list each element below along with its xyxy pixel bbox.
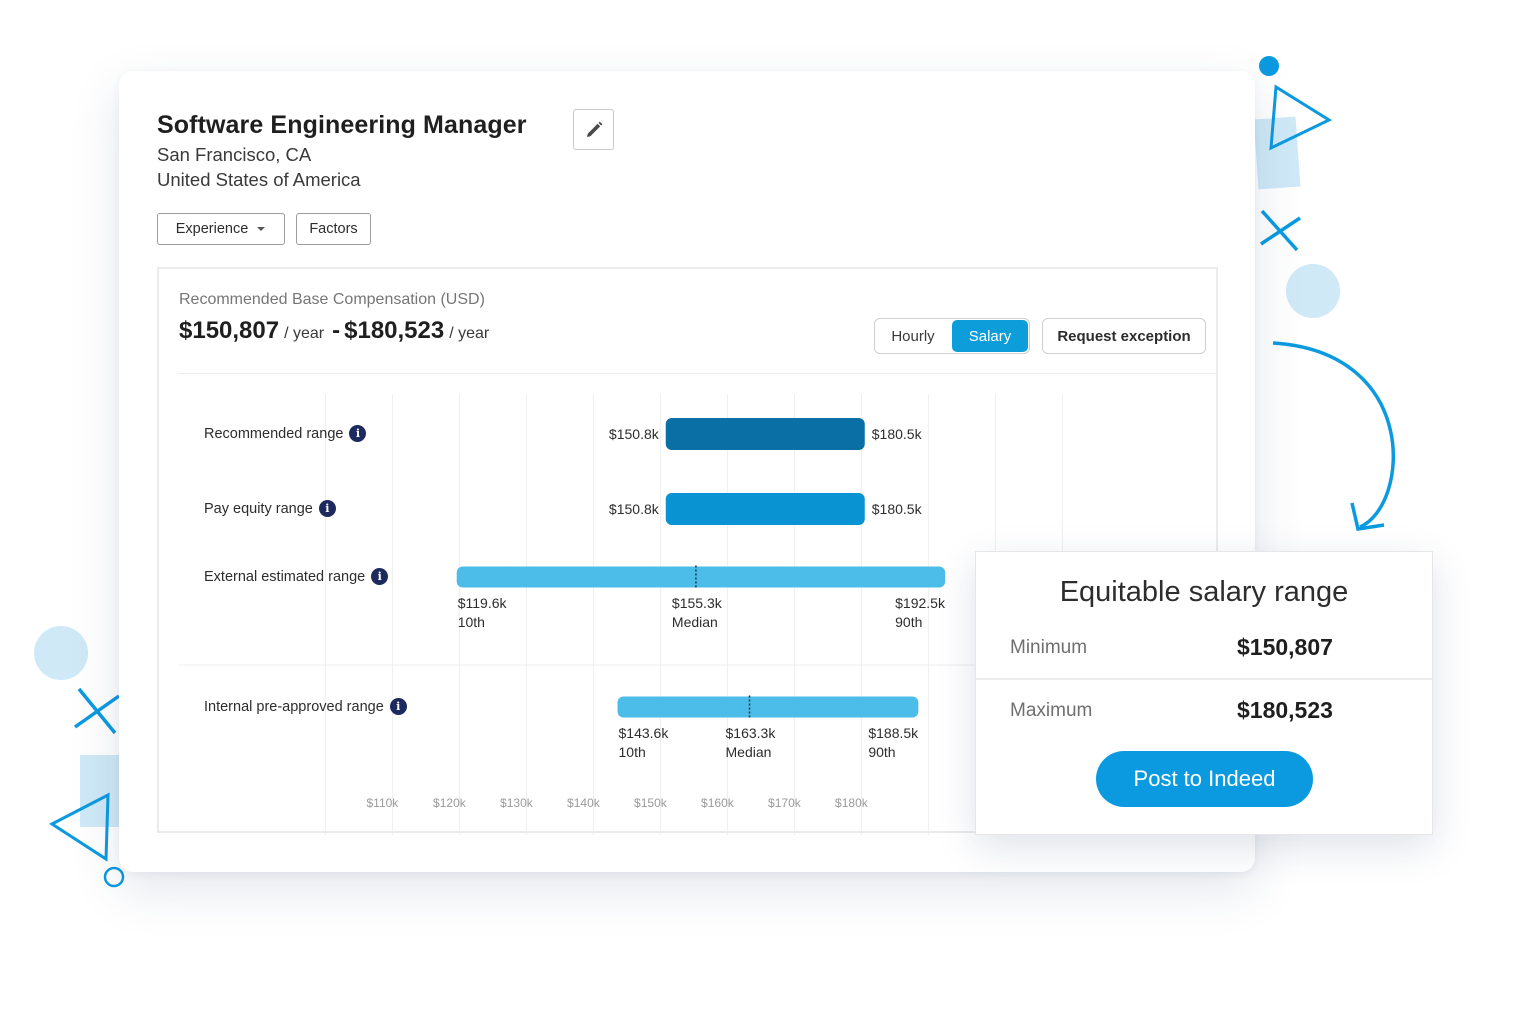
caret-down-icon bbox=[257, 227, 266, 231]
decor-square-left bbox=[80, 755, 122, 827]
range-bar bbox=[617, 696, 919, 718]
x-tick-label: $140k bbox=[567, 796, 601, 810]
range-min-label: $119.6k bbox=[458, 595, 508, 611]
range-median-label: $155.3k bbox=[672, 595, 723, 611]
experience-dropdown-label: Experience bbox=[175, 221, 249, 237]
x-tick-label: $170k bbox=[768, 796, 802, 810]
range-min-label: $143.6k bbox=[619, 725, 670, 741]
popup-divider bbox=[976, 678, 1432, 680]
info-icon[interactable]: i bbox=[389, 698, 407, 715]
decor-circle-left bbox=[34, 626, 88, 680]
decor-cross-left-b bbox=[73, 694, 121, 729]
pencil-icon bbox=[586, 121, 602, 137]
decor-cross-left-a bbox=[77, 687, 117, 735]
popup-maximum-value: $180,523 bbox=[1237, 697, 1333, 723]
decor-arrow-arc bbox=[1272, 341, 1395, 529]
row-label-recommended: Recommended range i bbox=[204, 425, 367, 442]
x-tick-label: $150k bbox=[634, 796, 668, 810]
info-icon[interactable]: i bbox=[371, 568, 389, 585]
row-label-external: External estimated range i bbox=[204, 568, 389, 585]
row-label-text: Pay equity range bbox=[204, 500, 313, 517]
decor-circle-top bbox=[1286, 264, 1340, 318]
range-bar bbox=[456, 566, 946, 588]
job-location-country: United States of America bbox=[157, 169, 361, 190]
decor-cross-top-a bbox=[1260, 209, 1299, 252]
row-label-internal: Internal pre-approved range i bbox=[204, 698, 407, 715]
job-location-city: San Francisco, CA bbox=[157, 144, 312, 165]
row-label-pay-equity: Pay equity range i bbox=[204, 500, 336, 517]
range-median-percentile: Median bbox=[726, 744, 772, 760]
x-tick-label: $110k bbox=[366, 796, 399, 810]
popup-maximum-label: Maximum bbox=[1010, 700, 1093, 721]
range-min-label: $150.8k bbox=[609, 426, 660, 442]
range-median-label: $163.3k bbox=[726, 725, 777, 741]
job-title: Software Engineering Manager bbox=[157, 111, 527, 139]
popup-minimum-label: Minimum bbox=[1010, 637, 1088, 658]
decor-square-top bbox=[1253, 116, 1301, 190]
range-bar bbox=[665, 418, 865, 450]
range-median-percentile: Median bbox=[672, 614, 718, 630]
row-label-text: External estimated range bbox=[204, 568, 366, 585]
decor-cross-top-b bbox=[1260, 216, 1301, 246]
range-max-label: $188.5k bbox=[868, 725, 919, 741]
range-max-label: $180.5k bbox=[872, 501, 923, 517]
row-label-text: Internal pre-approved range bbox=[204, 698, 384, 715]
decor-triangle-left bbox=[49, 792, 110, 862]
experience-dropdown[interactable]: Experience bbox=[157, 213, 285, 245]
x-tick-label: $160k bbox=[701, 796, 735, 810]
equitable-salary-popup: Equitable salary range Minimum $150,807 … bbox=[975, 551, 1433, 835]
decor-arrow-head bbox=[1350, 502, 1385, 531]
popup-title: Equitable salary range bbox=[1059, 576, 1349, 608]
range-max-label: $180.5k bbox=[872, 426, 923, 442]
popup-minimum-value: $150,807 bbox=[1237, 634, 1333, 660]
info-icon[interactable]: i bbox=[318, 500, 336, 517]
range-min-label: $150.8k bbox=[609, 501, 660, 517]
edit-button[interactable] bbox=[573, 109, 614, 150]
decor-triangle-top bbox=[1269, 84, 1333, 151]
post-to-indeed-button[interactable]: Post to Indeed bbox=[1096, 751, 1313, 807]
range-max-percentile: 90th bbox=[895, 614, 922, 630]
x-tick-label: $120k bbox=[433, 796, 467, 810]
info-icon[interactable]: i bbox=[349, 425, 367, 442]
range-bar bbox=[665, 493, 865, 525]
factors-button[interactable]: Factors bbox=[296, 213, 371, 245]
range-max-label: $192.5k bbox=[895, 595, 946, 611]
range-min-percentile: 10th bbox=[619, 744, 646, 760]
x-tick-label: $180k bbox=[835, 796, 869, 810]
range-min-percentile: 10th bbox=[458, 614, 485, 630]
decor-dot-top bbox=[1259, 56, 1279, 76]
factors-button-label: Factors bbox=[309, 221, 358, 237]
row-label-text: Recommended range bbox=[204, 425, 344, 442]
x-tick-label: $130k bbox=[500, 796, 534, 810]
range-max-percentile: 90th bbox=[868, 744, 895, 760]
decor-ring-left bbox=[103, 866, 125, 888]
